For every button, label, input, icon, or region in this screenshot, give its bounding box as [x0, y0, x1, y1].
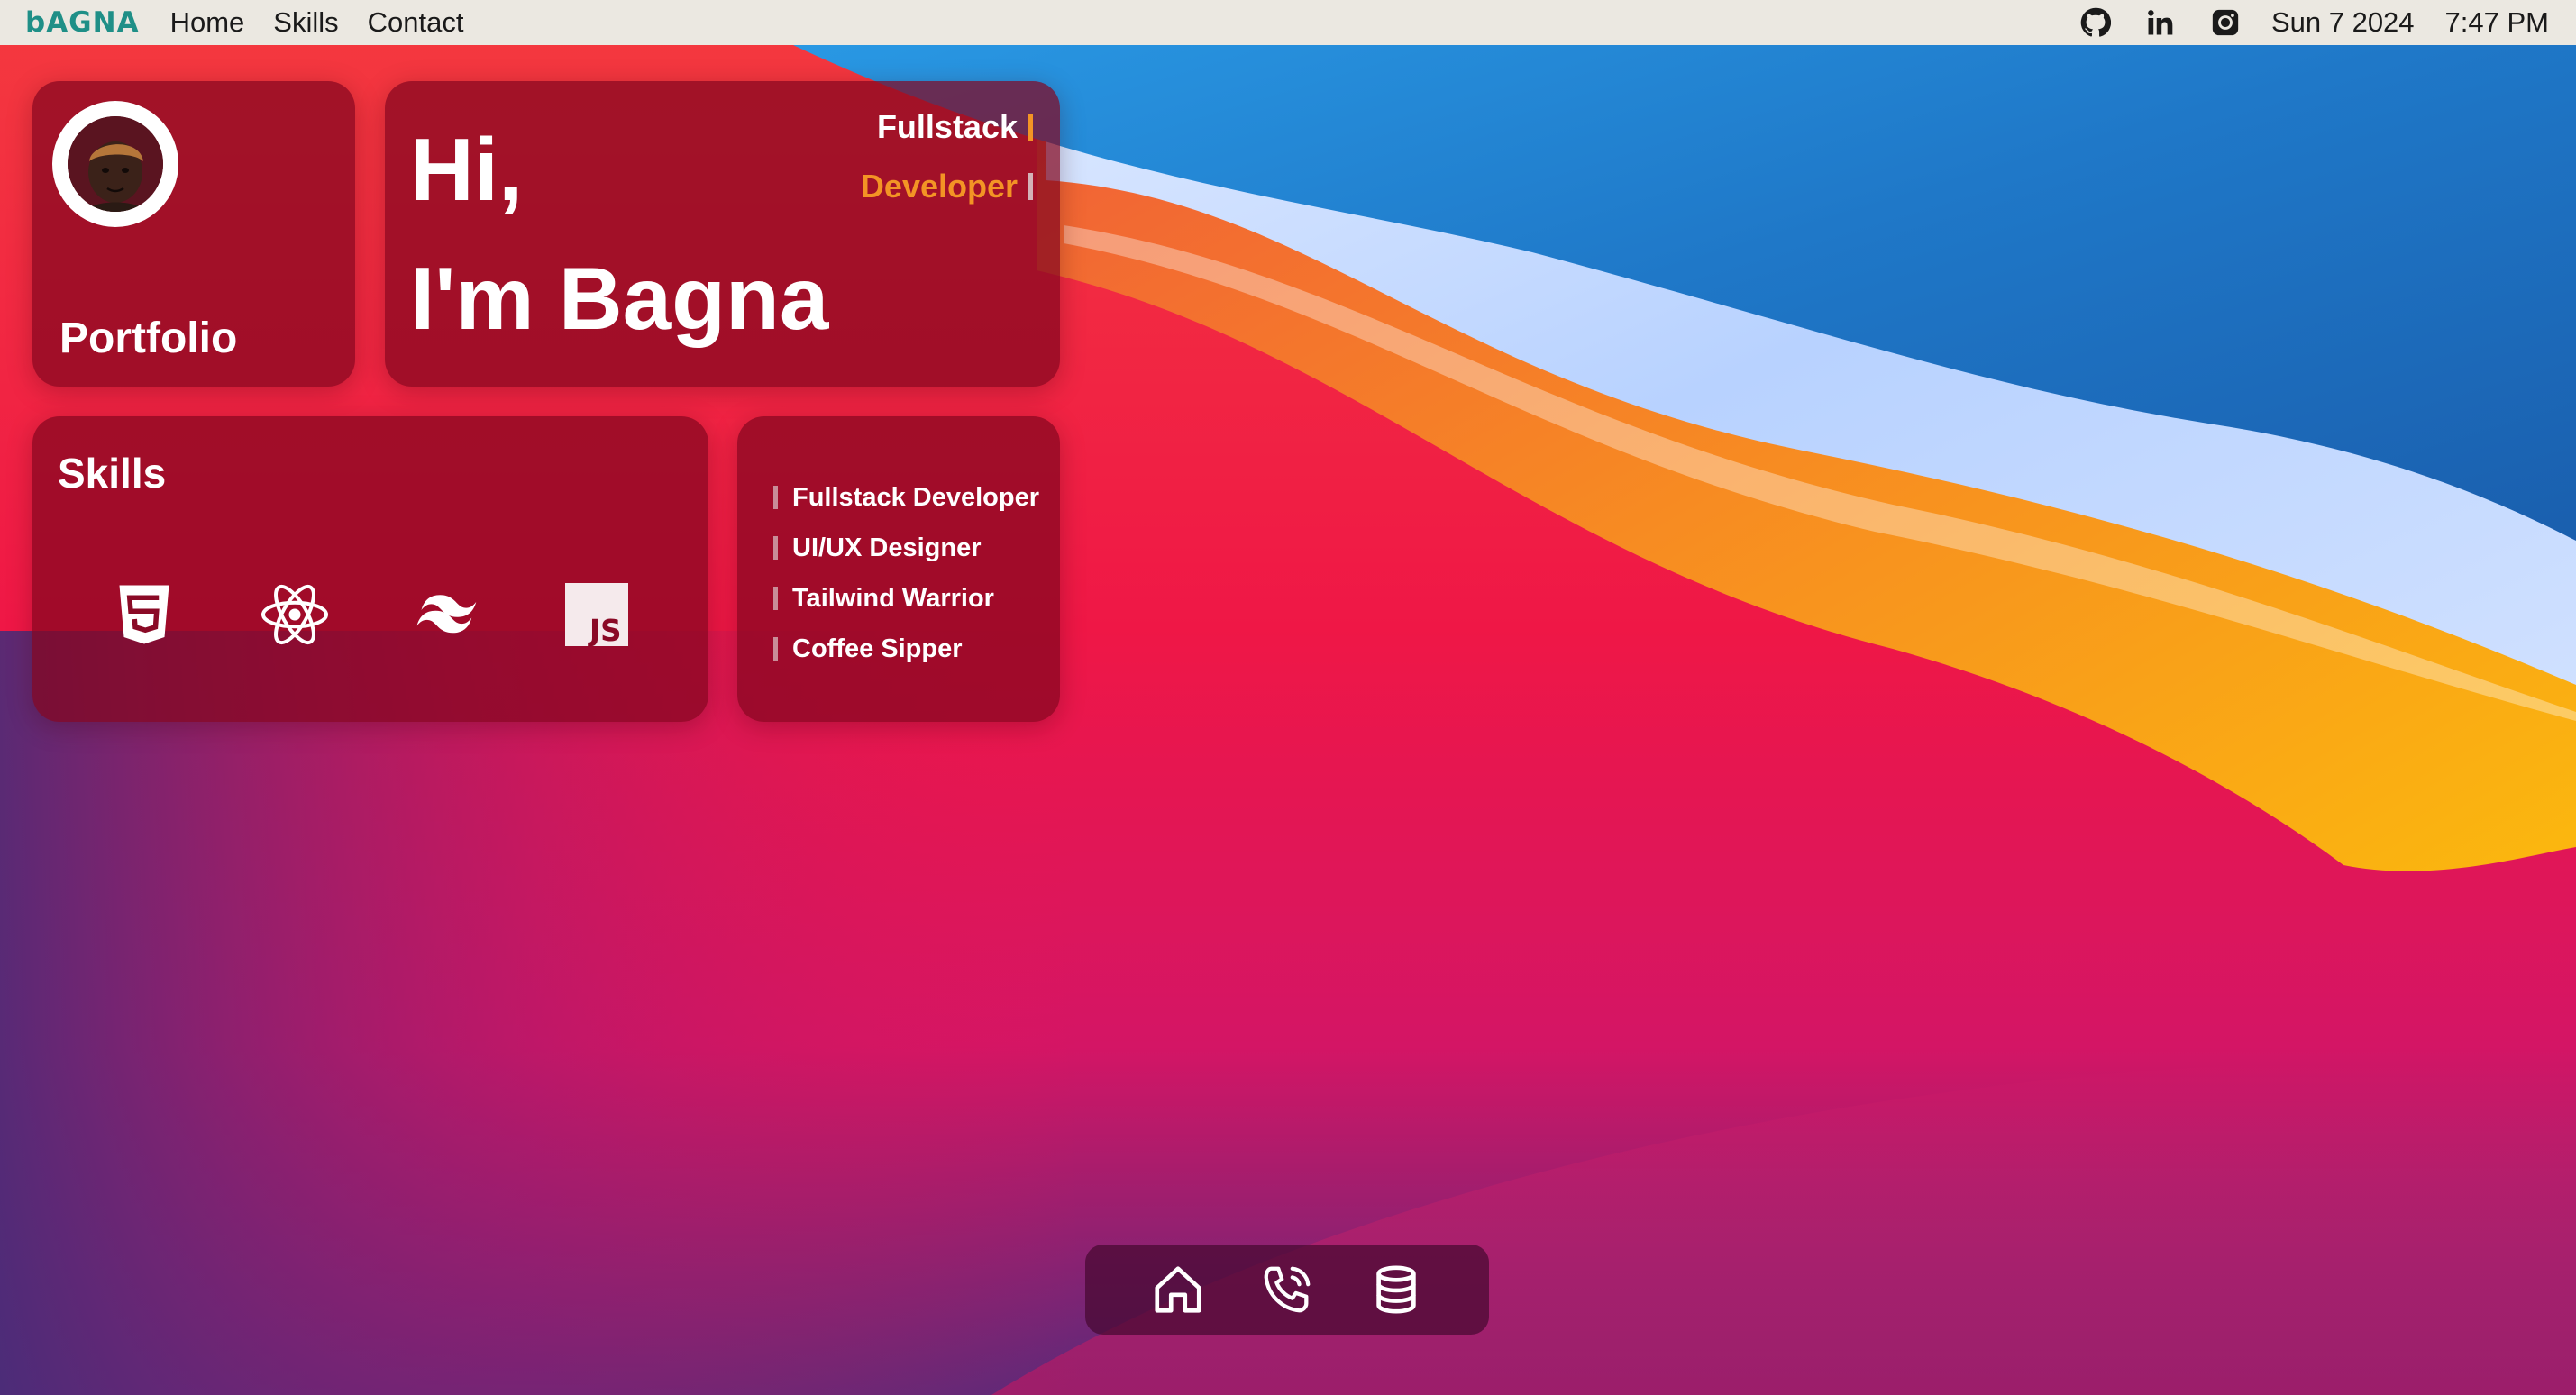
roles-list: Fullstack Developer UI/UX Designer Tailw…	[773, 472, 1039, 674]
list-item: UI/UX Designer	[773, 523, 1039, 573]
menu-time: 7:47 PM	[2444, 6, 2549, 38]
home-icon[interactable]	[1149, 1261, 1207, 1318]
list-bullet	[773, 587, 778, 610]
dock	[1085, 1245, 1489, 1335]
menu-bar: bAGNA Home Skills Contact Sun 7 2024 7:4…	[0, 0, 2576, 45]
status-tray: Sun 7 2024 7:47 PM	[2046, 6, 2549, 39]
list-bullet	[773, 637, 778, 661]
profile-card[interactable]: Portfolio	[32, 81, 355, 387]
skills-title: Skills	[58, 450, 167, 497]
github-icon[interactable]	[2080, 7, 2111, 38]
role-label: Tailwind Warrior	[792, 583, 994, 613]
list-bullet	[773, 536, 778, 560]
html5-icon[interactable]	[108, 579, 180, 651]
skill-icons-row: JS	[32, 579, 708, 651]
tailwind-icon[interactable]	[410, 579, 482, 651]
nav-skills[interactable]: Skills	[273, 6, 338, 39]
typewriter-text-1: Fullstack	[876, 108, 1018, 145]
list-bullet	[773, 486, 778, 509]
typewriter-caret	[1028, 173, 1033, 200]
hero-card: Hi, I'm Bagna Fullstack Developer	[385, 81, 1060, 387]
brand-logo[interactable]: bAGNA	[25, 6, 140, 39]
menu-date: Sun 7 2024	[2270, 6, 2415, 38]
role-label: Fullstack Developer	[792, 482, 1039, 512]
typewriter-line-1: Fullstack	[877, 108, 1033, 146]
role-label: UI/UX Designer	[792, 533, 982, 562]
nav-home[interactable]: Home	[170, 6, 245, 39]
phone-icon[interactable]	[1258, 1261, 1316, 1318]
list-item: Tailwind Warrior	[773, 573, 1039, 624]
typewriter-line-2: Developer	[861, 168, 1033, 205]
database-icon[interactable]	[1367, 1261, 1425, 1318]
skills-card: Skills JS	[32, 416, 708, 722]
list-item: Fullstack Developer	[773, 472, 1039, 523]
avatar-face-icon	[68, 116, 163, 212]
hero-name: I'm Bagna	[410, 249, 829, 348]
list-item: Coffee Sipper	[773, 624, 1039, 674]
instagram-icon[interactable]	[2210, 7, 2241, 38]
portfolio-label: Portfolio	[59, 315, 238, 362]
typewriter-caret	[1028, 114, 1033, 141]
javascript-icon[interactable]: JS	[561, 579, 633, 651]
nav-contact[interactable]: Contact	[368, 6, 464, 39]
hero-greeting: Hi,	[410, 120, 524, 219]
avatar	[52, 101, 178, 227]
typewriter-text-2: Developer	[860, 168, 1018, 205]
roles-card: Fullstack Developer UI/UX Designer Tailw…	[737, 416, 1060, 722]
role-label: Coffee Sipper	[792, 634, 963, 663]
svg-text:JS: JS	[588, 614, 622, 648]
linkedin-icon[interactable]	[2145, 7, 2176, 38]
react-icon[interactable]	[259, 579, 331, 651]
